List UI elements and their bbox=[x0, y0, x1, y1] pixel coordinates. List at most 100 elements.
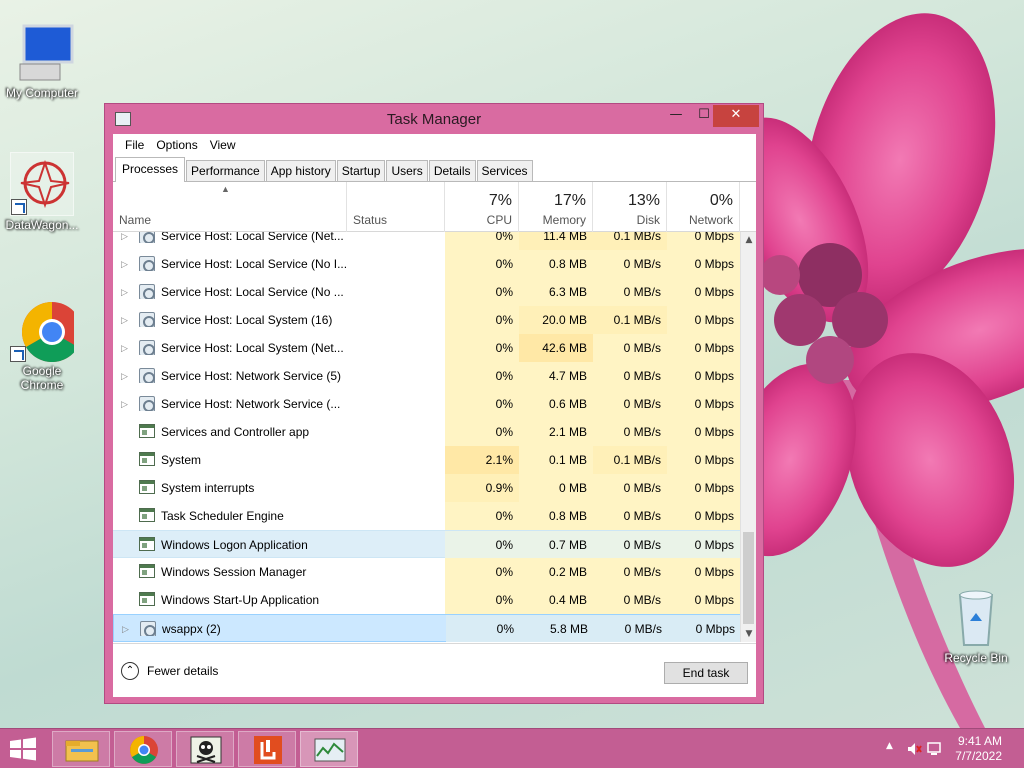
taskbar-pirate-app[interactable] bbox=[176, 731, 234, 767]
menu-options[interactable]: Options bbox=[150, 138, 203, 152]
process-disk: 0 MB/s bbox=[593, 390, 667, 418]
process-memory: 6.3 MB bbox=[519, 278, 593, 306]
process-memory: 0.7 MB bbox=[519, 531, 593, 559]
close-button[interactable]: ✕ bbox=[713, 105, 759, 127]
app-window-icon bbox=[139, 564, 155, 579]
process-row[interactable]: ▷ Service Host: Local Service (Net... 0%… bbox=[113, 232, 740, 250]
service-icon bbox=[139, 340, 155, 355]
fewer-details-link[interactable]: ⌃ Fewer details bbox=[121, 662, 218, 680]
scrollbar-thumb[interactable] bbox=[743, 532, 754, 624]
column-name[interactable]: ▲ Name bbox=[113, 182, 347, 232]
process-name: Windows Start-Up Application bbox=[161, 593, 320, 607]
process-list: ▷ Service Host: Local Service (Net... 0%… bbox=[113, 232, 756, 642]
menu-view[interactable]: View bbox=[204, 138, 242, 152]
show-hidden-icons-chevron-icon[interactable]: ▲ bbox=[886, 741, 893, 751]
vertical-scrollbar[interactable]: ▲ ▼ bbox=[740, 232, 756, 642]
process-disk: 0 MB/s bbox=[593, 250, 667, 278]
process-name: Task Scheduler Engine bbox=[161, 509, 284, 523]
taskbar-file-explorer[interactable] bbox=[52, 731, 110, 767]
process-memory: 5.8 MB bbox=[520, 615, 594, 642]
process-name: Service Host: Local Service (No ... bbox=[161, 285, 344, 299]
expand-chevron-icon[interactable]: ▷ bbox=[121, 334, 131, 362]
fewer-details-label: Fewer details bbox=[147, 664, 219, 678]
column-status[interactable]: Status bbox=[347, 182, 445, 232]
speaker-muted-icon[interactable] bbox=[906, 741, 922, 757]
tab-app-history[interactable]: App history bbox=[265, 160, 336, 181]
expand-chevron-icon[interactable]: ▷ bbox=[121, 250, 131, 278]
desktop-icon-my-computer[interactable]: My Computer bbox=[0, 20, 84, 100]
process-name: Windows Session Manager bbox=[161, 565, 307, 579]
service-icon bbox=[139, 284, 155, 299]
process-cpu: 0% bbox=[445, 334, 519, 362]
desktop-icon-label: My Computer bbox=[5, 86, 79, 100]
tab-users[interactable]: Users bbox=[386, 160, 428, 181]
expand-chevron-icon bbox=[121, 502, 131, 530]
process-row[interactable]: Task Scheduler Engine 0% 0.8 MB 0 MB/s 0… bbox=[113, 502, 740, 530]
process-row[interactable]: ▷ Service Host: Network Service (... 0% … bbox=[113, 390, 740, 418]
process-row[interactable]: Services and Controller app 0% 2.1 MB 0 … bbox=[113, 418, 740, 446]
process-row[interactable]: ▷ Service Host: Local System (16) 0% 20.… bbox=[113, 306, 740, 334]
expand-chevron-icon[interactable]: ▷ bbox=[121, 306, 131, 334]
desktop-icon-datawagon[interactable]: DataWagon... bbox=[0, 152, 84, 232]
network-icon[interactable] bbox=[926, 741, 942, 757]
file-explorer-icon bbox=[65, 740, 99, 762]
column-cpu[interactable]: 7% CPU bbox=[445, 182, 519, 232]
desktop-icon-label: DataWagon... bbox=[5, 218, 79, 232]
start-button[interactable] bbox=[8, 737, 38, 761]
scroll-up-arrow-icon[interactable]: ▲ bbox=[741, 232, 756, 248]
process-row[interactable]: ▷ Service Host: Local Service (No ... 0%… bbox=[113, 278, 740, 306]
process-network: 0 Mbps bbox=[667, 390, 740, 418]
process-row-hover[interactable]: Windows Logon Application 0% 0.7 MB 0 MB… bbox=[113, 530, 740, 559]
process-memory: 0.4 MB bbox=[519, 586, 593, 614]
title-bar[interactable]: Task Manager — ☐ ✕ bbox=[105, 104, 763, 134]
process-network: 0 Mbps bbox=[667, 250, 740, 278]
app-window-icon bbox=[139, 537, 155, 552]
process-row[interactable]: Windows Session Manager 0% 0.2 MB 0 MB/s… bbox=[113, 558, 740, 586]
tab-details[interactable]: Details bbox=[428, 160, 476, 181]
process-memory: 0.8 MB bbox=[519, 502, 593, 530]
app-window-icon bbox=[139, 592, 155, 607]
column-disk[interactable]: 13% Disk bbox=[593, 182, 667, 232]
service-icon bbox=[139, 396, 155, 411]
process-network: 0 Mbps bbox=[667, 502, 740, 530]
process-network: 0 Mbps bbox=[667, 586, 740, 614]
process-row[interactable]: System interrupts 0.9% 0 MB 0 MB/s 0 Mbp… bbox=[113, 474, 740, 502]
process-disk: 0 MB/s bbox=[593, 586, 667, 614]
process-cpu: 0% bbox=[446, 615, 520, 642]
tab-processes[interactable]: Processes bbox=[115, 157, 186, 182]
expand-chevron-icon[interactable]: ▷ bbox=[121, 390, 131, 418]
process-row-selected[interactable]: ▷ wsappx (2) 0% 5.8 MB 0 MB/s 0 Mbps bbox=[113, 614, 741, 642]
tab-services[interactable]: Services bbox=[476, 160, 533, 181]
process-name: System bbox=[161, 453, 202, 467]
process-row[interactable]: Windows Start-Up Application 0% 0.4 MB 0… bbox=[113, 586, 740, 614]
taskbar-office-app[interactable] bbox=[238, 731, 296, 767]
process-row[interactable]: ▷ Service Host: Local Service (No I... 0… bbox=[113, 250, 740, 278]
tab-performance[interactable]: Performance bbox=[186, 160, 265, 181]
process-row[interactable]: ▷ Service Host: Network Service (5) 0% 4… bbox=[113, 362, 740, 390]
expand-chevron-icon[interactable]: ▷ bbox=[122, 615, 132, 642]
process-row[interactable]: ▷ Service Host: Local System (Net... 0% … bbox=[113, 334, 740, 362]
minimize-button[interactable]: — bbox=[661, 105, 691, 127]
desktop-icon-recycle-bin[interactable]: Recycle Bin bbox=[934, 585, 1018, 665]
tab-startup[interactable]: Startup bbox=[336, 160, 386, 181]
end-task-button[interactable]: End task bbox=[664, 662, 748, 684]
process-disk: 0 MB/s bbox=[593, 278, 667, 306]
process-row[interactable]: System 2.1% 0.1 MB 0.1 MB/s 0 Mbps bbox=[113, 446, 740, 474]
app-window-icon bbox=[139, 508, 155, 523]
process-network: 0 Mbps bbox=[667, 232, 740, 250]
expand-chevron-icon[interactable]: ▷ bbox=[121, 232, 131, 250]
footer-bar: ⌃ Fewer details End task bbox=[113, 643, 756, 697]
column-network[interactable]: 0% Network bbox=[667, 182, 740, 232]
expand-chevron-icon bbox=[121, 474, 131, 502]
scroll-down-arrow-icon[interactable]: ▼ bbox=[741, 626, 756, 642]
taskbar-chrome[interactable] bbox=[114, 731, 172, 767]
column-memory[interactable]: 17% Memory bbox=[519, 182, 593, 232]
service-icon bbox=[139, 256, 155, 271]
expand-chevron-icon[interactable]: ▷ bbox=[121, 278, 131, 306]
taskbar-task-manager[interactable] bbox=[300, 731, 358, 767]
menu-file[interactable]: File bbox=[119, 138, 150, 152]
expand-chevron-icon bbox=[121, 558, 131, 586]
expand-chevron-icon[interactable]: ▷ bbox=[121, 362, 131, 390]
clock[interactable]: 9:41 AM 7/7/2022 bbox=[955, 734, 1002, 764]
desktop-icon-google-chrome[interactable]: Google Chrome bbox=[0, 298, 84, 392]
